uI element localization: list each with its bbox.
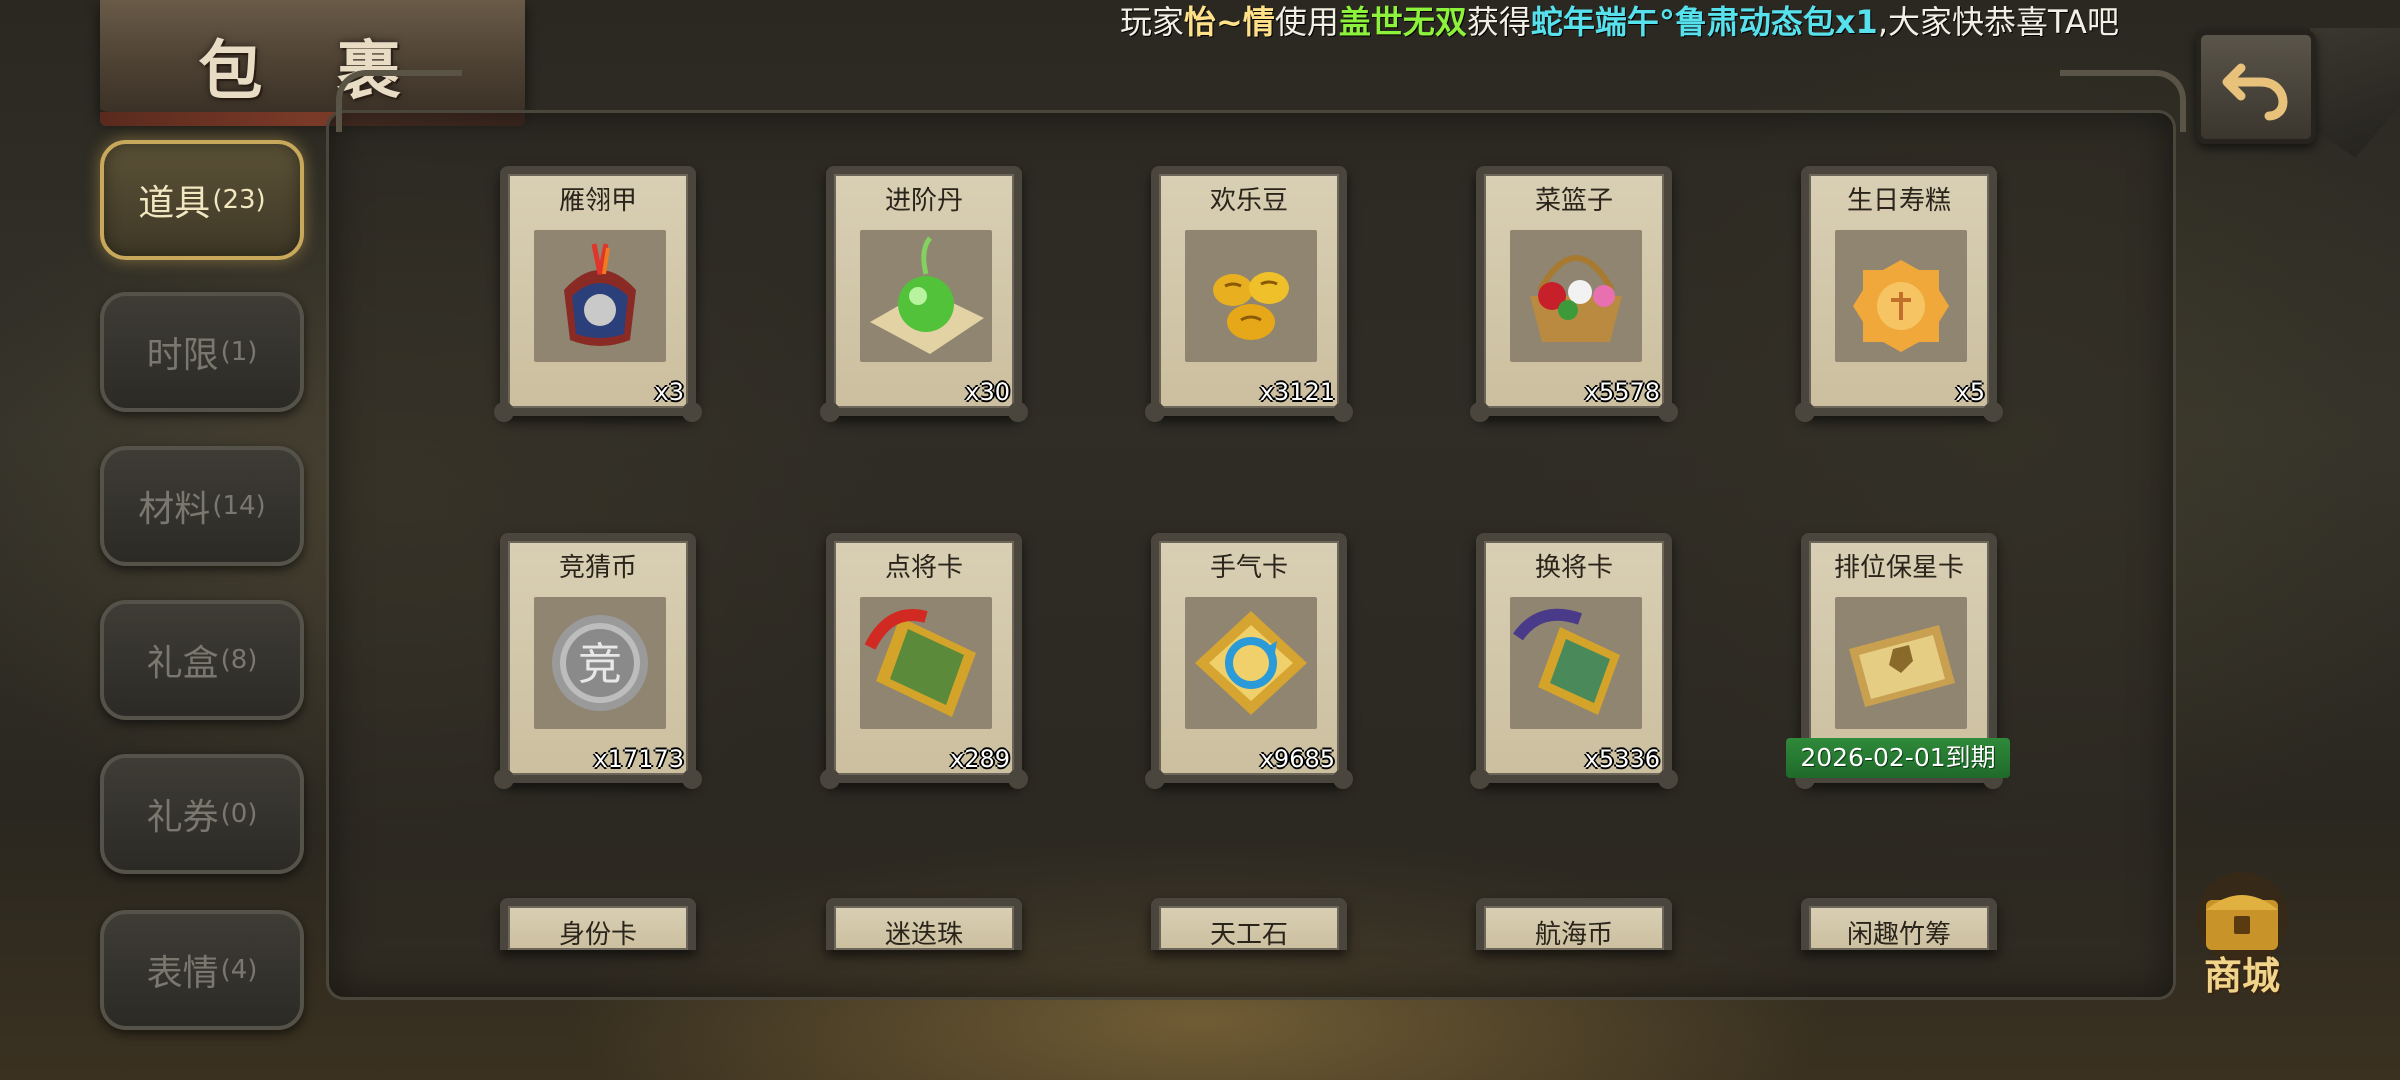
item-quantity: x3: [654, 378, 684, 406]
back-arrow-icon: [2222, 63, 2288, 121]
item-card[interactable]: 进阶丹 x30: [820, 166, 1028, 422]
item-card[interactable]: 迷迭珠: [826, 898, 1022, 950]
tab-emotes[interactable]: 表情 (4): [100, 910, 304, 1030]
tab-count: (0): [220, 799, 258, 829]
item-card[interactable]: 生日寿糕 x5: [1795, 166, 2003, 422]
item-quantity: x30: [965, 378, 1010, 406]
item-card[interactable]: 航海币: [1476, 898, 1672, 950]
item-name: 生日寿糕: [1846, 186, 1951, 216]
tab-count: (1): [220, 337, 258, 367]
coin-character: 竞: [578, 639, 622, 690]
tab-label: 材料: [138, 489, 211, 530]
general-card-icon: [860, 597, 992, 729]
tab-count: (14): [212, 491, 266, 521]
item-card[interactable]: 身份卡: [500, 898, 696, 950]
tab-materials[interactable]: 材料 (14): [100, 446, 304, 566]
tab-label: 礼盒: [146, 643, 219, 684]
shop-button[interactable]: 商城: [2182, 870, 2302, 1000]
flower-basket-icon: [1510, 230, 1642, 362]
item-quantity: x9685: [1259, 745, 1335, 773]
item-card[interactable]: 雁翎甲 x3: [494, 166, 702, 422]
item-name: 天工石: [1209, 920, 1288, 950]
item-name: 手气卡: [1209, 553, 1288, 583]
item-name: 点将卡: [884, 553, 963, 583]
marquee-suffix: ,大家快恭喜TA吧: [1877, 3, 2119, 41]
tab-time-limited[interactable]: 时限 (1): [100, 292, 304, 412]
marquee-item-used: 盖世无双: [1338, 3, 1467, 41]
item-name: 雁翎甲: [558, 186, 637, 216]
luck-card-icon: [1185, 597, 1317, 729]
item-name: 竞猜币: [558, 553, 637, 583]
item-card[interactable]: 竞猜币 竞 x17173: [494, 533, 702, 789]
shop-label: 商城: [2203, 953, 2280, 998]
tab-label: 表情: [146, 953, 219, 994]
tab-count: (4): [220, 955, 258, 985]
item-card[interactable]: 点将卡 x289: [820, 533, 1028, 789]
item-name: 排位保星卡: [1833, 553, 1964, 583]
item-card[interactable]: 天工石: [1151, 898, 1347, 950]
tab-vouchers[interactable]: 礼券 (0): [100, 754, 304, 874]
item-quantity: x5578: [1584, 378, 1660, 406]
item-card[interactable]: 菜篮子 x5578: [1470, 166, 1678, 422]
tab-count: (8): [220, 645, 258, 675]
item-card[interactable]: 手气卡 x9685: [1145, 533, 1353, 789]
item-quantity: x17173: [593, 745, 684, 773]
item-quantity: x289: [949, 745, 1010, 773]
birthday-cake-icon: [1835, 230, 1967, 362]
item-card[interactable]: 闲趣竹筹: [1801, 898, 1997, 950]
item-name: 欢乐豆: [1209, 186, 1288, 216]
gold-beans-icon: [1185, 230, 1317, 362]
swap-card-icon: [1510, 597, 1642, 729]
tab-gift-boxes[interactable]: 礼盒 (8): [100, 600, 304, 720]
rank-star-card-icon: [1835, 597, 1967, 729]
item-name: 航海币: [1534, 920, 1613, 950]
item-name: 菜篮子: [1534, 186, 1613, 216]
tab-label: 时限: [146, 335, 219, 376]
item-card[interactable]: 欢乐豆 x3121: [1145, 166, 1353, 422]
marquee-player: 怡~情: [1184, 3, 1275, 41]
marquee-prefix: 玩家: [1120, 3, 1185, 41]
item-name: 身份卡: [558, 920, 637, 950]
marquee-item-got: 蛇年端午°鲁肃动态包x1: [1530, 3, 1878, 41]
panel-corner-ornament: [336, 70, 462, 132]
item-quantity: x5336: [1584, 745, 1660, 773]
tab-items[interactable]: 道具 (23): [100, 140, 304, 260]
panel-corner-ornament: [2060, 70, 2186, 132]
green-orb-icon: [860, 230, 992, 362]
armor-icon: [534, 230, 666, 362]
back-button[interactable]: [2196, 30, 2316, 144]
item-quantity: x5: [1955, 378, 1985, 406]
item-quantity: x3121: [1259, 378, 1335, 406]
item-name: 进阶丹: [884, 186, 963, 216]
marquee-verb: 使用: [1274, 3, 1339, 41]
tab-label: 礼券: [146, 797, 219, 838]
marquee-verb2: 获得: [1466, 3, 1531, 41]
tab-count: (23): [212, 185, 266, 215]
silver-coin-icon: 竞: [534, 597, 666, 729]
item-name: 迷迭珠: [884, 920, 963, 950]
item-card[interactable]: 换将卡 x5336: [1470, 533, 1678, 789]
expiry-badge: 2026-02-01到期: [1786, 738, 2010, 778]
item-name: 换将卡: [1534, 553, 1613, 583]
back-button-decoration: [2310, 28, 2400, 158]
tab-label: 道具: [138, 183, 211, 224]
item-name: 闲趣竹筹: [1846, 920, 1951, 950]
